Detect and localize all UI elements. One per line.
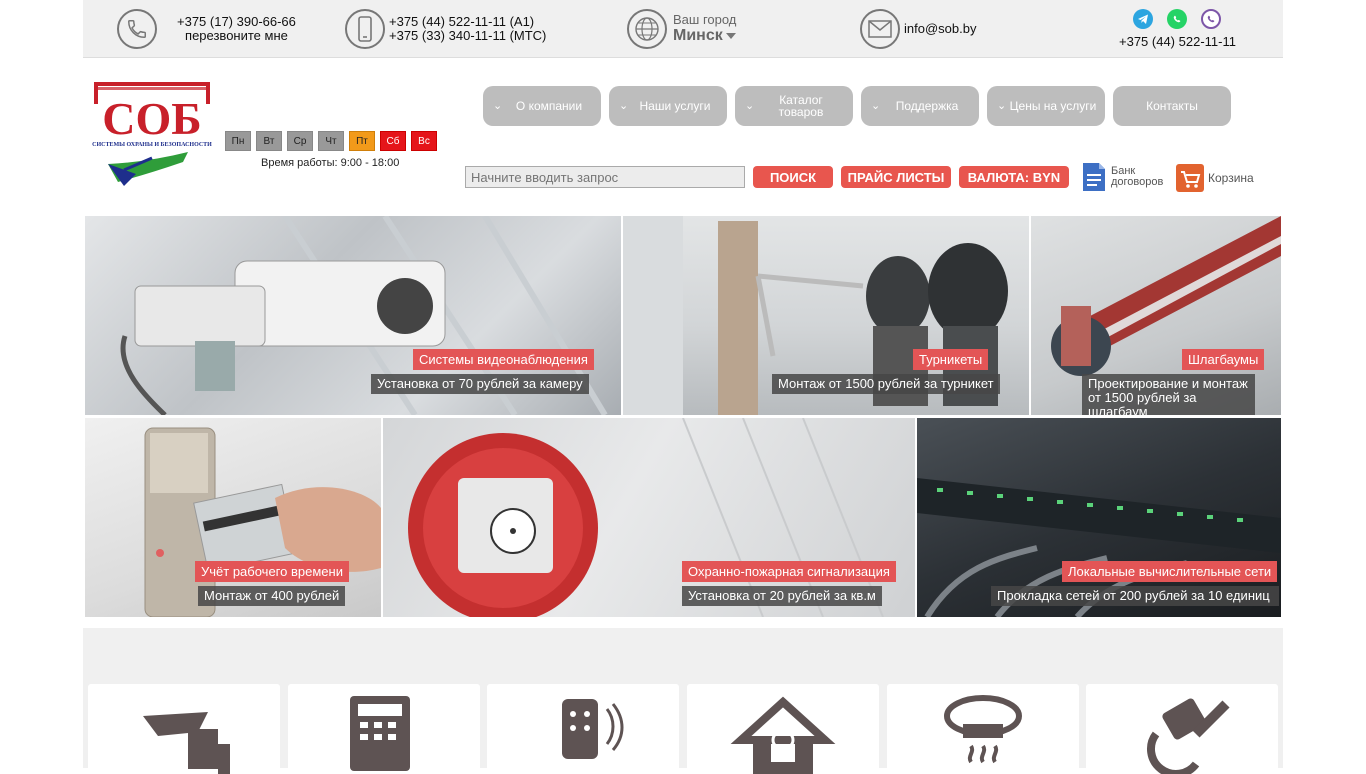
service-card-home-security[interactable] xyxy=(687,684,879,774)
search-button[interactable]: ПОИСК xyxy=(753,166,833,188)
envelope-icon xyxy=(860,9,900,49)
nav-support[interactable]: ⌄ Поддержка xyxy=(861,86,979,126)
mobile-phone-icon xyxy=(345,9,385,49)
weekday-schedule: Пн Вт Ср Чт Пт Сб Вс xyxy=(225,131,437,151)
mobile-block[interactable]: +375 (44) 522-11-11 (А1) +375 (33) 340-1… xyxy=(345,0,546,58)
messenger-phone[interactable]: +375 (44) 522-11-11 xyxy=(1119,35,1236,49)
day-wed: Ср xyxy=(287,131,313,151)
tile-subtitle: Монтаж от 1500 рублей за турникет xyxy=(772,374,1000,394)
logo-tagline: СИСТЕМЫ ОХРАНЫ И БЕЗОПАСНОСТИ xyxy=(92,142,212,148)
contracts-link[interactable]: Банк договоров xyxy=(1081,162,1163,192)
tile-title: Учёт рабочего времени xyxy=(195,561,349,582)
service-card-networks[interactable] xyxy=(1086,684,1278,774)
house-lock-icon xyxy=(730,696,836,774)
telegram-icon[interactable] xyxy=(1133,9,1154,29)
chevron-down-icon: ⌄ xyxy=(997,100,1007,112)
service-card-smoke-detector[interactable] xyxy=(887,684,1079,774)
cart-label: Корзина xyxy=(1208,170,1254,185)
email-link[interactable]: info@sob.by xyxy=(904,22,976,36)
tile-title: Системы видеонаблюдения xyxy=(413,349,594,370)
logo-text: СОБ xyxy=(102,93,202,144)
nav-contacts[interactable]: Контакты xyxy=(1113,86,1231,126)
tile-subtitle: Монтаж от 400 рублей xyxy=(198,586,346,606)
email-block[interactable]: info@sob.by xyxy=(860,0,976,58)
phone-icon xyxy=(117,9,157,49)
day-sun: Вс xyxy=(411,131,437,151)
messengers-block: +375 (44) 522-11-11 xyxy=(1119,0,1236,58)
day-mon: Пн xyxy=(225,131,251,151)
city-name: Минск xyxy=(673,27,723,44)
viber-icon[interactable] xyxy=(1201,9,1222,29)
tile-barriers[interactable]: Шлагбаумы Проектирование и монтаж от 150… xyxy=(1031,216,1281,415)
day-sat: Сб xyxy=(380,131,406,151)
day-fri: Пт xyxy=(349,131,375,151)
keypad-icon xyxy=(350,696,410,771)
cctv-camera-icon xyxy=(143,712,230,774)
tile-title: Турникеты xyxy=(913,349,989,370)
chevron-down-icon: ⌄ xyxy=(619,100,629,112)
contracts-label-2: договоров xyxy=(1111,176,1164,188)
site-logo[interactable]: СОБ СИСТЕМЫ ОХРАНЫ И БЕЗОПАСНОСТИ xyxy=(88,82,216,190)
service-card-video[interactable] xyxy=(88,684,280,774)
chevron-down-icon: ⌄ xyxy=(871,100,881,112)
tile-video-surveillance[interactable]: Системы видеонаблюдения Установка от 70 … xyxy=(85,216,621,415)
landline-block[interactable]: +375 (17) 390-66-66 перезвоните мне xyxy=(117,0,296,58)
currency-button[interactable]: ВАЛЮТА: BYN xyxy=(959,166,1069,188)
globe-icon xyxy=(627,9,667,49)
tile-title: Шлагбаумы xyxy=(1182,349,1265,370)
whatsapp-icon[interactable] xyxy=(1167,9,1188,29)
tile-title: Локальные вычислительные сети xyxy=(1062,561,1278,582)
tile-subtitle: Установка от 70 рублей за камеру xyxy=(371,374,589,394)
search-input[interactable] xyxy=(465,166,745,188)
day-tue: Вт xyxy=(256,131,282,151)
tile-fire-alarm[interactable]: Охранно-пожарная сигнализация Установка … xyxy=(383,418,915,617)
tile-turnstiles[interactable]: Турникеты Монтаж от 1500 рублей за турни… xyxy=(623,216,1029,415)
phone-mts[interactable]: +375 (33) 340-11-11 (МТС) xyxy=(389,29,546,43)
tile-time-tracking[interactable]: Учёт рабочего времени Монтаж от 400 рубл… xyxy=(85,418,381,617)
tile-local-networks[interactable]: Локальные вычислительные сети Прокладка … xyxy=(917,418,1281,617)
remote-control-icon xyxy=(562,699,624,759)
top-bar: +375 (17) 390-66-66 перезвоните мне +375… xyxy=(83,0,1283,58)
smoke-detector-icon xyxy=(944,695,1022,764)
nav-catalog[interactable]: ⌄ Каталог товаров xyxy=(735,86,853,126)
chevron-down-icon: ⌄ xyxy=(745,100,755,112)
chevron-down-icon xyxy=(725,33,736,39)
tile-title: Охранно-пожарная сигнализация xyxy=(682,561,896,582)
landline-phone[interactable]: +375 (17) 390-66-66 xyxy=(177,15,296,29)
nav-about[interactable]: ⌄ О компании xyxy=(483,86,601,126)
cart-icon xyxy=(1176,164,1204,192)
document-icon xyxy=(1083,163,1105,191)
tile-subtitle: Проектирование и монтаж от 1500 рублей з… xyxy=(1082,374,1255,415)
work-hours: Время работы: 9:00 - 18:00 xyxy=(261,157,400,169)
main-nav: ⌄ О компании ⌄ Наши услуги ⌄ Каталог товаро… xyxy=(483,86,1231,126)
city-label: Ваш город xyxy=(673,12,737,27)
day-thu: Чт xyxy=(318,131,344,151)
city-selector[interactable]: Ваш город Минск xyxy=(627,0,736,58)
service-card-access[interactable] xyxy=(288,684,480,774)
cart-link[interactable]: Корзина xyxy=(1176,164,1254,192)
price-lists-button[interactable]: ПРАЙС ЛИСТЫ xyxy=(841,166,951,188)
network-cable-icon xyxy=(1147,698,1230,774)
tile-subtitle: Установка от 20 рублей за кв.м xyxy=(682,586,882,606)
callback-link[interactable]: перезвоните мне xyxy=(177,29,296,43)
tile-subtitle: Прокладка сетей от 200 рублей за 10 един… xyxy=(991,586,1279,606)
phone-a1[interactable]: +375 (44) 522-11-11 (А1) xyxy=(389,15,546,29)
service-card-remote[interactable] xyxy=(487,684,679,774)
chevron-down-icon: ⌄ xyxy=(493,100,503,112)
nav-services[interactable]: ⌄ Наши услуги xyxy=(609,86,727,126)
nav-prices[interactable]: ⌄ Цены на услуги xyxy=(987,86,1105,126)
